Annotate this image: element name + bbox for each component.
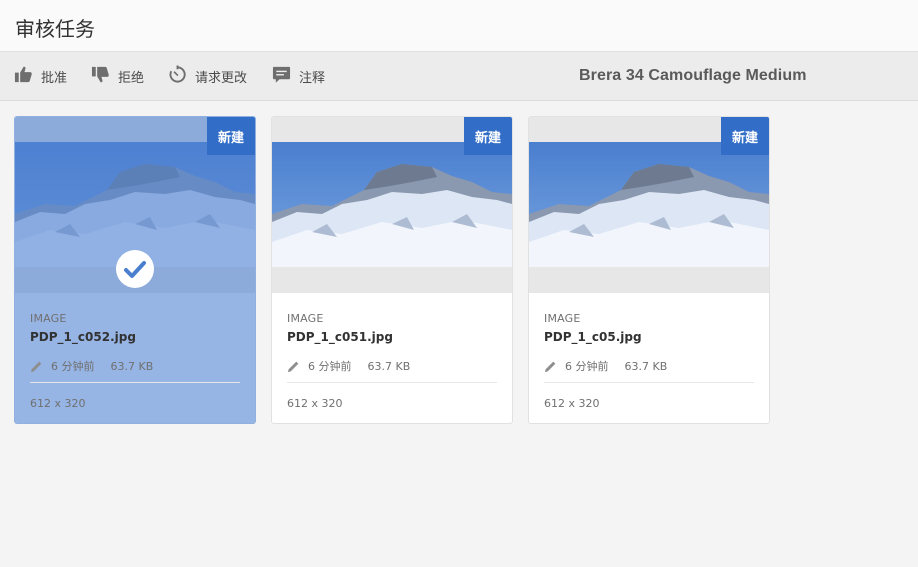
asset-filename: PDP_1_c051.jpg	[287, 330, 393, 344]
asset-dimensions: 612 x 320	[544, 397, 600, 410]
comment-label: 注释	[299, 71, 326, 86]
asset-info-row: 6 分钟前 63.7 KB	[544, 358, 754, 374]
thumbs-down-icon	[91, 65, 110, 88]
asset-meta: IMAGE PDP_1_c052.jpg 6 分钟前 63.7 KB 612 x…	[30, 312, 240, 410]
status-badge: 新建	[464, 117, 512, 155]
checkmark-icon	[124, 261, 146, 278]
file-size: 63.7 KB	[367, 359, 411, 373]
approve-button[interactable]: 批准	[14, 52, 67, 101]
status-badge: 新建	[721, 117, 769, 155]
asset-type: IMAGE	[544, 312, 581, 325]
timer-icon	[168, 65, 187, 88]
pencil-icon	[287, 361, 299, 372]
pencil-icon	[544, 361, 556, 372]
asset-info-row: 6 分钟前 63.7 KB	[30, 358, 240, 374]
status-badge: 新建	[207, 117, 255, 155]
modified-time: 6 分钟前	[565, 360, 609, 373]
request-changes-button[interactable]: 请求更改	[168, 52, 247, 101]
request-changes-label: 请求更改	[195, 71, 248, 86]
asset-card[interactable]: 新建 IMAGE PDP_1_c052.jpg 6 分钟前 63.7 KB 61…	[14, 116, 256, 424]
action-toolbar: 批准 拒绝 请求更改 注释 Brera 34 Camouflage Medium	[0, 52, 918, 101]
mountain-image	[529, 142, 769, 267]
asset-type: IMAGE	[287, 312, 324, 325]
file-size: 63.7 KB	[624, 359, 668, 373]
divider	[30, 382, 240, 383]
asset-filename: PDP_1_c052.jpg	[30, 330, 136, 344]
modified-time: 6 分钟前	[308, 360, 352, 373]
divider	[544, 382, 754, 383]
mountain-image	[272, 142, 512, 267]
asset-meta: IMAGE PDP_1_c05.jpg 6 分钟前 63.7 KB 612 x …	[544, 312, 754, 410]
modified-time: 6 分钟前	[51, 360, 95, 373]
thumbs-up-icon	[14, 65, 33, 88]
page-title: 审核任务	[15, 17, 95, 41]
reject-label: 拒绝	[118, 71, 145, 86]
pencil-icon	[30, 361, 42, 372]
title-bar: 审核任务	[0, 0, 918, 52]
asset-info-row: 6 分钟前 63.7 KB	[287, 358, 497, 374]
asset-name: Brera 34 Camouflage Medium	[579, 67, 807, 84]
asset-type: IMAGE	[30, 312, 67, 325]
asset-card[interactable]: 新建 IMAGE PDP_1_c05.jpg 6 分钟前 63.7 KB 612…	[528, 116, 770, 424]
comment-icon	[272, 65, 291, 88]
file-size: 63.7 KB	[110, 359, 154, 373]
divider	[287, 382, 497, 383]
asset-card[interactable]: 新建 IMAGE PDP_1_c051.jpg 6 分钟前 63.7 KB 61…	[271, 116, 513, 424]
asset-meta: IMAGE PDP_1_c051.jpg 6 分钟前 63.7 KB 612 x…	[287, 312, 497, 410]
asset-dimensions: 612 x 320	[30, 397, 86, 410]
selection-check[interactable]	[116, 250, 154, 288]
asset-filename: PDP_1_c05.jpg	[544, 330, 642, 344]
reject-button[interactable]: 拒绝	[91, 52, 144, 101]
asset-dimensions: 612 x 320	[287, 397, 343, 410]
comment-button[interactable]: 注释	[272, 52, 325, 101]
approve-label: 批准	[41, 71, 68, 86]
